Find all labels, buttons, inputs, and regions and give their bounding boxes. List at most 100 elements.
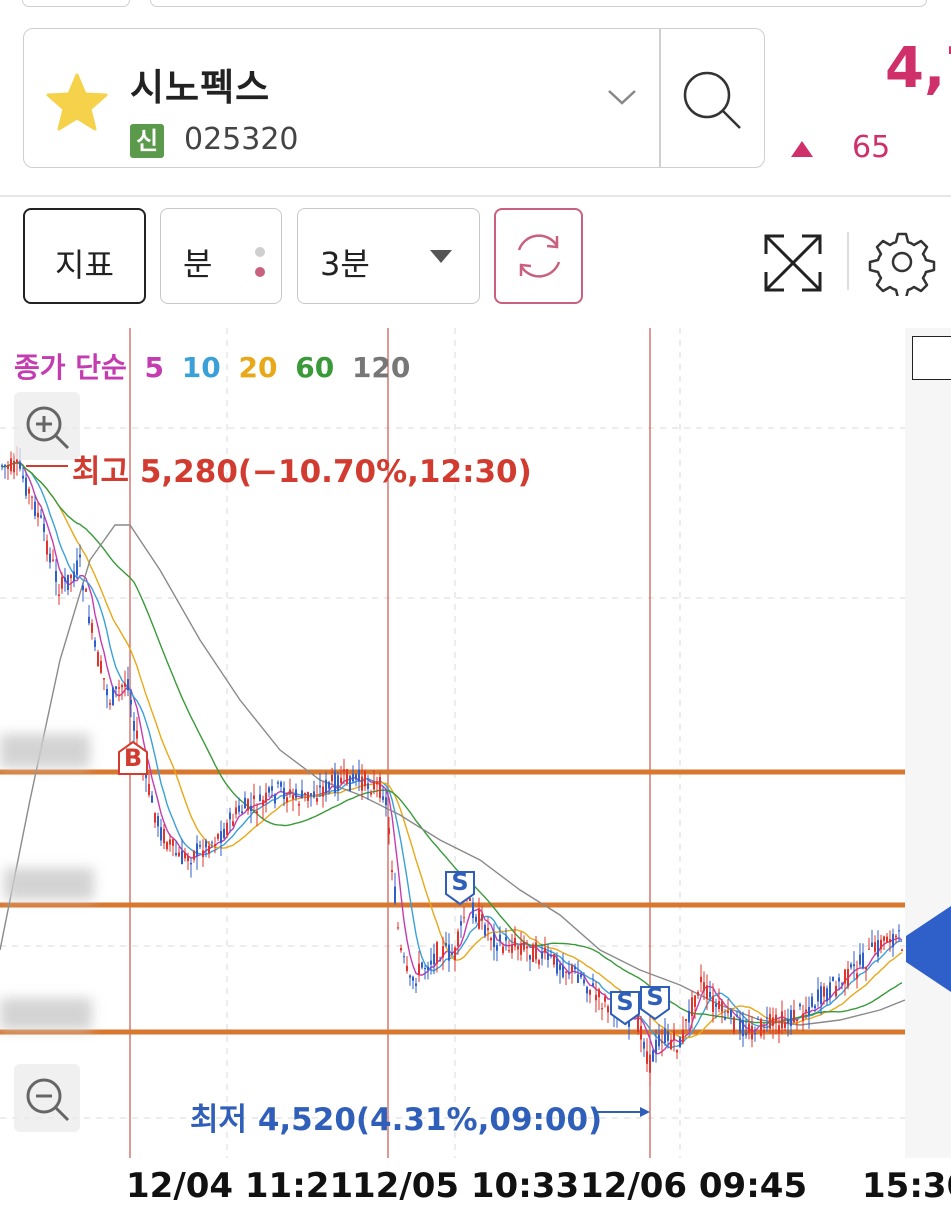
candle-body — [508, 950, 510, 952]
blurred-label — [0, 998, 92, 1030]
candle-body — [220, 831, 222, 844]
candle-body — [313, 791, 315, 798]
candle-body — [361, 776, 363, 791]
candle-body — [280, 781, 282, 787]
search-icon[interactable] — [660, 29, 764, 167]
candle-body — [118, 687, 120, 689]
candle-body — [520, 943, 522, 955]
candle-body — [493, 932, 495, 947]
candle-body — [514, 938, 516, 947]
candle-body — [730, 1009, 732, 1017]
panel-toggle[interactable] — [912, 336, 951, 380]
candle-body — [106, 688, 108, 696]
interval-dropdown[interactable]: 3분 — [297, 208, 480, 304]
candle-body — [88, 616, 90, 624]
period-button[interactable]: 분 — [160, 208, 282, 304]
candle-body — [487, 928, 489, 931]
chevron-down-icon[interactable] — [604, 81, 640, 111]
refresh-button[interactable] — [494, 208, 583, 304]
candle-body — [322, 786, 324, 797]
candle-body — [85, 588, 87, 592]
candle-body — [412, 976, 414, 981]
candle-body — [820, 986, 822, 1005]
gear-icon[interactable] — [868, 228, 936, 296]
candle-body — [91, 623, 93, 633]
candle-body — [754, 1033, 756, 1035]
sell-marker: S — [646, 983, 663, 1011]
top-control-right[interactable] — [150, 0, 927, 7]
candle-body — [874, 942, 876, 952]
candle-body — [577, 974, 579, 983]
candle-body — [448, 944, 450, 961]
candle-body — [268, 787, 270, 793]
candle-body — [385, 797, 387, 806]
top-control-left[interactable] — [22, 0, 130, 7]
candle-body — [349, 775, 351, 791]
star-icon[interactable] — [46, 71, 108, 133]
stock-selector[interactable]: 시노펙스 신 025320 — [23, 28, 765, 168]
candle-body — [463, 917, 465, 919]
candle-body — [31, 496, 33, 498]
candle-body — [292, 794, 294, 800]
candle-body — [172, 839, 174, 846]
zoom-out-icon — [26, 1078, 70, 1122]
candle-body — [469, 898, 471, 902]
candle-body — [163, 828, 165, 844]
candle-body — [721, 1001, 723, 1012]
candle-body — [772, 1017, 774, 1026]
candle-body — [277, 782, 279, 784]
candle-body — [592, 983, 594, 986]
candle-body — [745, 1032, 747, 1036]
candle-body — [103, 678, 105, 680]
zoom-in-button[interactable] — [14, 392, 80, 460]
candle-body — [559, 964, 561, 970]
legend-item-60: 60 — [295, 351, 335, 384]
candle-body — [433, 953, 435, 965]
legend-item-120: 120 — [351, 351, 411, 384]
candle-body — [256, 811, 258, 814]
candle-body — [760, 1019, 762, 1036]
candle-body — [589, 989, 591, 995]
blurred-label — [4, 868, 94, 900]
candle-body — [13, 460, 15, 473]
candle-body — [100, 660, 102, 673]
candle-body — [838, 977, 840, 982]
candle-body — [472, 902, 474, 919]
candle-body — [766, 1017, 768, 1019]
candle-body — [190, 863, 192, 865]
dot-active-icon — [255, 267, 265, 277]
candle-body — [271, 786, 273, 791]
candle-body — [796, 1019, 798, 1022]
candle-body — [340, 777, 342, 783]
candle-body — [538, 960, 540, 965]
candle-body — [556, 958, 558, 974]
buy-marker: B — [124, 744, 142, 772]
candle-body — [763, 1030, 765, 1033]
candle-body — [676, 1050, 678, 1053]
dot-icon — [255, 247, 265, 257]
candle-body — [274, 794, 276, 804]
candle-body — [478, 909, 480, 929]
candle-body — [553, 954, 555, 965]
sell-marker: S — [616, 988, 633, 1016]
indicator-button[interactable]: 지표 — [23, 208, 146, 304]
candle-body — [55, 570, 57, 582]
zoom-out-button[interactable] — [14, 1064, 80, 1132]
candle-body — [799, 1004, 801, 1007]
candle-body — [841, 983, 843, 985]
candle-body — [58, 594, 60, 596]
candle-body — [46, 540, 48, 555]
candle-body — [850, 964, 852, 968]
candle-body — [205, 840, 207, 848]
candle-body — [526, 946, 528, 949]
candle-body — [223, 828, 225, 839]
candle-body — [856, 973, 858, 979]
candle-body — [337, 775, 339, 791]
candle-body — [523, 941, 525, 950]
candle-body — [202, 850, 204, 857]
expand-icon[interactable] — [760, 230, 826, 296]
candle-body — [529, 955, 531, 960]
dropdown-triangle-icon — [430, 250, 452, 263]
candle-body — [49, 553, 51, 563]
candle-body — [430, 960, 432, 965]
